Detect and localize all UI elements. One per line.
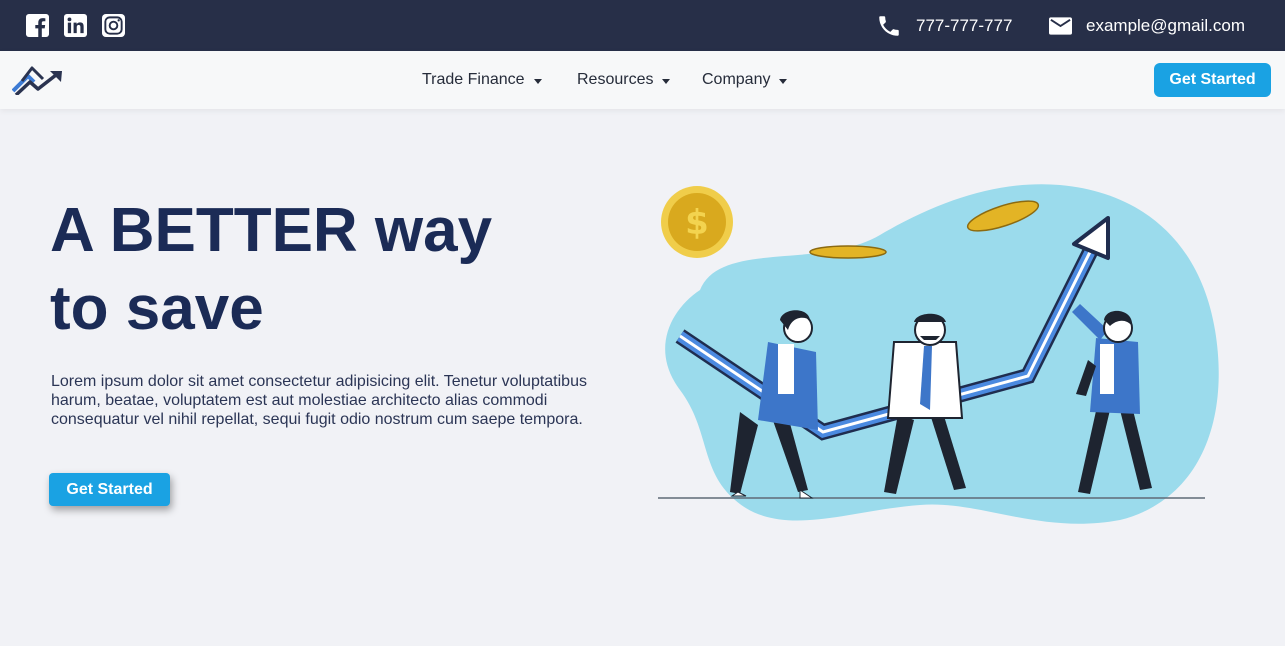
caret-down-icon [533,78,542,84]
instagram-icon[interactable] [102,14,125,37]
nav-company[interactable]: Company [702,51,788,109]
hero-description: Lorem ipsum dolor sit amet consectetur a… [51,373,587,428]
linkedin-icon[interactable] [64,14,87,37]
hero-title-line2: to save [50,274,264,343]
email-contact[interactable]: example@gmail.com [1049,0,1245,51]
phone-icon [879,15,899,36]
mail-icon [1049,16,1072,35]
facebook-icon[interactable] [26,14,49,37]
main-navbar: Trade Finance Resources Company Get Star… [0,51,1285,109]
top-bar: 777-777-777 example@gmail.com [0,0,1285,51]
hero-get-started-button[interactable]: Get Started [49,473,170,506]
nav-label: Trade Finance [422,71,525,88]
svg-text:$: $ [685,203,709,243]
nav-get-started-button[interactable]: Get Started [1154,63,1271,97]
nav-label: Resources [577,71,654,88]
hero-title-line1: A BETTER way [50,196,493,265]
growth-team-illustration: $ [658,184,1219,524]
nav-label: Company [702,71,771,88]
caret-down-icon [779,78,788,84]
phone-number: 777-777-777 [916,15,1013,35]
hero-title: A BETTER way to save [50,192,610,348]
flying-coin-icon [809,245,887,259]
logo-mountain-arrow-icon[interactable] [12,65,64,95]
caret-down-icon [662,78,671,84]
nav-trade-finance[interactable]: Trade Finance [422,51,542,109]
nav-resources[interactable]: Resources [577,51,671,109]
email-address: example@gmail.com [1086,15,1245,35]
dollar-coin-icon: $ [661,186,733,258]
phone-contact[interactable]: 777-777-777 [876,0,1012,51]
